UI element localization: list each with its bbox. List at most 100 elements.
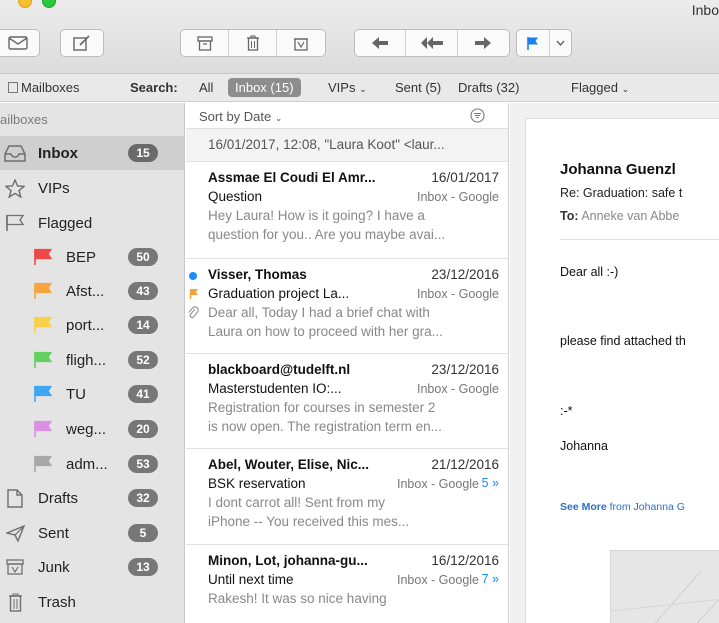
message-preview: question for you.. Are you maybe avai... (208, 227, 446, 242)
trash-icon (246, 35, 259, 51)
sort-by-date-button[interactable]: Sort by Date ⌄ (199, 109, 282, 124)
filter-icon[interactable] (470, 108, 485, 123)
drafts-icon (2, 487, 28, 509)
message-actions-group (180, 29, 326, 57)
scope-inbox[interactable]: Inbox (15) (228, 78, 301, 97)
sidebar-item-label: Flagged (38, 214, 93, 232)
to-recipient[interactable]: Anneke van Abbe (581, 209, 679, 223)
reading-pane: Johanna Guenzl Re: Graduation: safe t To… (510, 103, 719, 623)
thread-count[interactable]: 5 » (482, 476, 499, 490)
scope-sent[interactable]: Sent (5) (395, 80, 441, 95)
unread-count-badge: 13 (128, 558, 158, 576)
reply-button[interactable] (355, 30, 407, 56)
list-item[interactable]: Abel, Wouter, Elise, Nic... 21/12/2016 B… (186, 449, 508, 545)
sidebar-item-adm[interactable]: adm... 53 (0, 447, 184, 481)
header-divider (560, 239, 719, 240)
flag-icon (30, 314, 56, 336)
list-item[interactable]: 16/01/2017, 12:08, "Laura Koot" <laur... (186, 129, 508, 162)
junk-button[interactable] (277, 30, 325, 56)
message-subject: BSK reservation (208, 476, 306, 491)
reply-all-button[interactable] (406, 30, 458, 56)
attachment-image[interactable] (610, 550, 719, 623)
minimize-window-button[interactable] (18, 0, 32, 8)
unread-count-badge: 15 (128, 144, 158, 162)
sidebar-item-bep[interactable]: BEP 50 (0, 240, 184, 274)
body-line: Johanna (560, 439, 608, 453)
body-line: please find attached th (560, 334, 686, 348)
reply-all-icon (420, 37, 443, 49)
sidebar-item-sent[interactable]: Sent 5 (0, 516, 184, 550)
list-item[interactable]: Minon, Lot, johanna-gu... 16/12/2016 Unt… (186, 545, 508, 623)
flag-button[interactable] (517, 30, 550, 56)
sidebar-item-junk[interactable]: Junk 13 (0, 550, 184, 584)
list-item[interactable]: blackboard@tudelft.nl 23/12/2016 Masters… (186, 354, 508, 449)
message-subject: Graduation project La... (208, 286, 350, 301)
sidebar-item-vips[interactable]: VIPs (0, 171, 184, 205)
thread-count[interactable]: 7 » (482, 572, 499, 586)
chevron-down-icon (556, 40, 565, 46)
sidebar-item-drafts[interactable]: Drafts 32 (0, 481, 184, 515)
unread-count-badge: 43 (128, 282, 158, 300)
compose-button[interactable] (60, 29, 104, 57)
sidebar-item-tu[interactable]: TU 41 (0, 377, 184, 411)
envelope-icon (8, 36, 28, 50)
message-date: 23/12/2016 (431, 267, 499, 282)
sidebar-item-port[interactable]: port... 14 (0, 308, 184, 342)
flag-actions-group (516, 29, 572, 57)
message-from: Johanna Guenzl (560, 161, 676, 178)
scope-flagged-label: Flagged (571, 80, 618, 95)
see-more-link[interactable]: See More from Johanna G (560, 501, 685, 513)
list-item[interactable]: Visser, Thomas 23/12/2016 Graduation pro… (186, 259, 508, 354)
sidebar-item-fligh[interactable]: fligh... 52 (0, 343, 184, 377)
message-preview: Laura on how to proceed with her gra... (208, 324, 443, 339)
message-mailbox: Inbox - Google (417, 287, 499, 301)
scope-flagged[interactable]: Flagged ⌄ (571, 80, 629, 95)
sidebar-item-label: Trash (38, 593, 76, 611)
flag-icon (30, 418, 56, 440)
reply-actions-group (354, 29, 510, 57)
flag-icon (2, 212, 28, 234)
flag-icon (189, 289, 198, 299)
sidebar-item-label: port... (66, 316, 105, 334)
message-subject-header: Re: Graduation: safe t (560, 186, 683, 200)
chevron-down-icon: ⌄ (274, 113, 283, 123)
message-preview: Hey Laura! How is it going? I have a (208, 208, 425, 223)
flag-menu-button[interactable] (550, 30, 571, 56)
get-mail-button[interactable] (0, 29, 40, 57)
sidebar-item-weg[interactable]: weg... 20 (0, 412, 184, 446)
message-mailbox: Inbox - Google (417, 382, 499, 396)
toolbar: Inbo (0, 0, 719, 74)
unread-count-badge: 41 (128, 385, 158, 403)
flag-icon (30, 453, 56, 475)
scope-drafts[interactable]: Drafts (32) (458, 80, 519, 95)
forward-button[interactable] (458, 30, 509, 56)
to-label: To: (560, 209, 579, 223)
body-line: Dear all :-) (560, 265, 619, 279)
sidebar-toggle-icon (8, 82, 18, 93)
delete-button[interactable] (229, 30, 277, 56)
unread-dot-icon (189, 272, 197, 280)
archive-button[interactable] (181, 30, 229, 56)
junk-icon (2, 556, 28, 578)
sidebar-item-label: Sent (38, 524, 69, 542)
sidebar-item-flagged[interactable]: Flagged (0, 206, 184, 240)
scope-vips[interactable]: VIPs ⌄ (328, 80, 367, 95)
scope-all[interactable]: All (199, 80, 213, 95)
sent-icon (2, 522, 28, 544)
unread-count-badge: 52 (128, 351, 158, 369)
message-sender: Visser, Thomas (208, 267, 307, 282)
sidebar-item-trash[interactable]: Trash (0, 585, 184, 619)
sidebar-item-afst[interactable]: Afst... 43 (0, 274, 184, 308)
flag-icon (30, 280, 56, 302)
unread-count-badge: 5 (128, 524, 158, 542)
zoom-window-button[interactable] (42, 0, 56, 8)
chevron-down-icon: ⌄ (621, 84, 630, 94)
message-date: 23/12/2016 (431, 362, 499, 377)
unread-count-badge: 50 (128, 248, 158, 266)
message-mailbox: Inbox - Google (417, 190, 499, 204)
list-item[interactable]: Assmae El Coudi El Amr... 16/01/2017 Que… (186, 162, 508, 259)
mailboxes-toggle[interactable]: Mailboxes (8, 80, 80, 95)
message-date: 16/12/2016 (431, 553, 499, 568)
see-more-from: from Johanna G (606, 501, 685, 513)
sidebar-item-inbox[interactable]: Inbox 15 (0, 136, 184, 170)
